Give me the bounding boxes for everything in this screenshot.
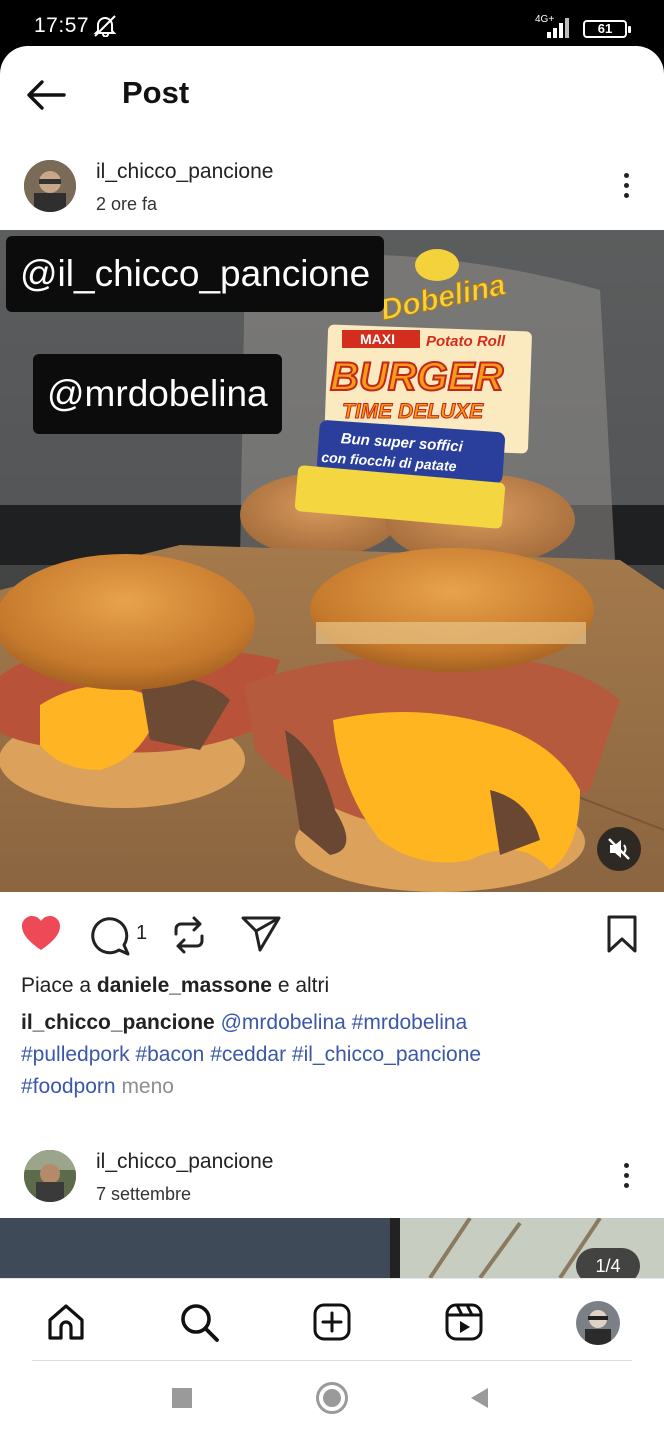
hashtag[interactable]: #pulledpork bbox=[21, 1043, 130, 1066]
comment-icon[interactable] bbox=[88, 914, 132, 958]
create-icon[interactable] bbox=[311, 1301, 353, 1343]
caption-less-link[interactable]: meno bbox=[121, 1075, 174, 1098]
repost-icon[interactable] bbox=[168, 914, 210, 956]
bookmark-icon[interactable] bbox=[604, 914, 640, 954]
profile-avatar[interactable] bbox=[576, 1301, 620, 1345]
post-actions: 1 bbox=[0, 908, 664, 958]
search-icon[interactable] bbox=[178, 1301, 220, 1343]
post-photo bbox=[0, 1218, 664, 1278]
more-options-icon[interactable] bbox=[612, 170, 640, 210]
signal-icon: 4G+ bbox=[535, 14, 577, 40]
post-photo: Dobelina MAXI Potato Roll BURGER TIME DE… bbox=[0, 230, 664, 892]
notifications-muted-icon bbox=[93, 15, 117, 37]
caption-author[interactable]: il_chicco_pancione bbox=[21, 1011, 215, 1034]
post-username[interactable]: il_chicco_pancione bbox=[96, 160, 273, 184]
post-caption: il_chicco_pancione @mrdobelina #mrdobeli… bbox=[21, 1007, 641, 1103]
back-system-icon[interactable] bbox=[468, 1386, 492, 1410]
avatar[interactable] bbox=[24, 1150, 76, 1202]
bottom-nav bbox=[0, 1278, 664, 1362]
hashtag[interactable]: #ceddar bbox=[210, 1043, 286, 1066]
liked-by-user[interactable]: daniele_massone bbox=[97, 974, 272, 997]
divider bbox=[32, 1360, 632, 1361]
likes-prefix: Piace a bbox=[21, 974, 92, 997]
user-tag[interactable]: @il_chicco_pancione bbox=[6, 236, 385, 312]
paper-plane-icon[interactable] bbox=[240, 914, 282, 954]
battery-icon: 61 bbox=[583, 20, 631, 38]
user-tag[interactable]: @mrdobelina bbox=[33, 354, 282, 434]
hashtag[interactable]: #il_chicco_pancione bbox=[292, 1043, 481, 1066]
comment-count: 1 bbox=[136, 922, 148, 944]
home-icon[interactable] bbox=[45, 1301, 87, 1343]
post-timestamp: 2 ore fa bbox=[96, 194, 158, 214]
more-options-icon[interactable] bbox=[612, 1160, 640, 1200]
app-screen: Post il_chicco_pancione 2 ore fa Dobelin… bbox=[0, 46, 664, 1440]
heart-filled-icon[interactable] bbox=[20, 914, 62, 954]
likes-suffix: e altri bbox=[277, 974, 330, 997]
post-media[interactable]: Dobelina MAXI Potato Roll BURGER TIME DE… bbox=[0, 230, 664, 892]
hashtag[interactable]: #foodporn bbox=[21, 1075, 116, 1098]
home-system-icon[interactable] bbox=[316, 1382, 348, 1414]
post-username[interactable]: il_chicco_pancione bbox=[96, 1150, 273, 1174]
package-line2: Potato Roll bbox=[426, 333, 506, 350]
system-nav-bar bbox=[0, 1362, 664, 1440]
app-header: Post bbox=[0, 46, 664, 142]
reels-icon[interactable] bbox=[443, 1301, 485, 1343]
page-title: Post bbox=[122, 75, 190, 110]
post-header: il_chicco_pancione 7 settembre bbox=[0, 1140, 664, 1212]
back-arrow-icon[interactable] bbox=[22, 74, 68, 116]
status-time: 17:57 bbox=[34, 14, 90, 37]
hashtag[interactable]: #mrdobelina bbox=[352, 1011, 468, 1034]
caption-mention[interactable]: @mrdobelina bbox=[221, 1011, 346, 1034]
package-line1: MAXI bbox=[360, 331, 395, 347]
speaker-muted-icon[interactable] bbox=[597, 827, 641, 871]
post-media[interactable] bbox=[0, 1218, 664, 1278]
recents-icon[interactable] bbox=[172, 1388, 192, 1408]
avatar[interactable] bbox=[24, 160, 76, 212]
post-header: il_chicco_pancione 2 ore fa bbox=[0, 150, 664, 222]
post-timestamp: 7 settembre bbox=[96, 1184, 192, 1204]
likes-summary[interactable]: Piace a daniele_massone e altri bbox=[21, 974, 329, 998]
battery-level: 61 bbox=[597, 21, 613, 36]
package-line3: BURGER bbox=[330, 355, 503, 399]
status-bar: 17:57 4G+ 61 bbox=[0, 0, 664, 48]
hashtag[interactable]: #bacon bbox=[135, 1043, 204, 1066]
package-line4: TIME DELUXE bbox=[342, 400, 484, 423]
